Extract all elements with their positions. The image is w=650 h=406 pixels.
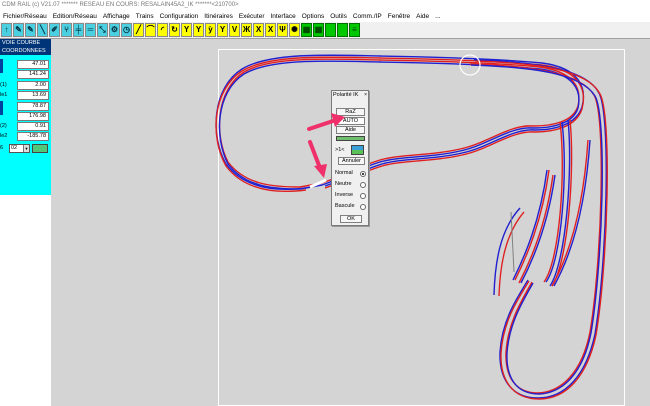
arrow-to-auto-icon xyxy=(307,113,345,131)
arrow-to-track-icon xyxy=(308,140,327,178)
annotation-arrows xyxy=(307,113,345,178)
